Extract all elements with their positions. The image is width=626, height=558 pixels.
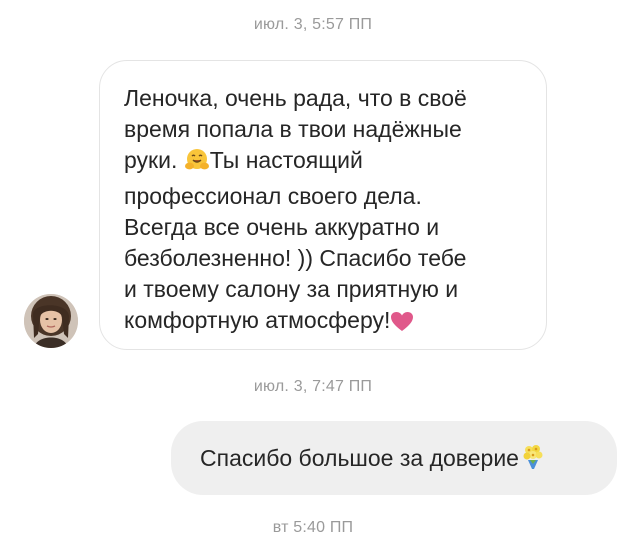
message-timestamp: вт 5:40 ПП bbox=[272, 519, 354, 536]
message-timestamp: июл. 3, 5:57 ПП bbox=[253, 16, 373, 33]
message-line: Леночка, очень рада, что в своё bbox=[124, 85, 467, 111]
outgoing-message-bubble[interactable]: Спасибо большое за доверие bbox=[171, 421, 617, 495]
message-line: Ты настоящий bbox=[209, 147, 363, 174]
message-line: безболезненно! )) Спасибо тебе bbox=[124, 245, 467, 272]
message-line: комфортную атмосферу! bbox=[124, 307, 391, 334]
message-timestamp: июл. 3, 7:47 ПП bbox=[253, 378, 373, 395]
message-line: профессионал своего дела. bbox=[124, 182, 422, 209]
incoming-message-bubble[interactable]: Леночка, очень рада, что в своё время по… bbox=[99, 60, 547, 350]
hugging-face-icon bbox=[184, 148, 210, 180]
incoming-message-text: Леночка, очень рада, что в своё время по… bbox=[124, 83, 530, 341]
message-line: и твоему салону за приятную и bbox=[124, 276, 459, 303]
pink-heart-icon bbox=[390, 309, 414, 340]
message-line: Всегда все очень аккуратно и bbox=[124, 213, 440, 240]
outgoing-message-text: Спасибо большое за доверие bbox=[200, 444, 519, 471]
message-line: время попала в твои надёжные bbox=[124, 116, 462, 143]
bouquet-icon bbox=[519, 442, 547, 475]
avatar[interactable] bbox=[24, 294, 78, 348]
message-line: руки. bbox=[124, 147, 184, 174]
